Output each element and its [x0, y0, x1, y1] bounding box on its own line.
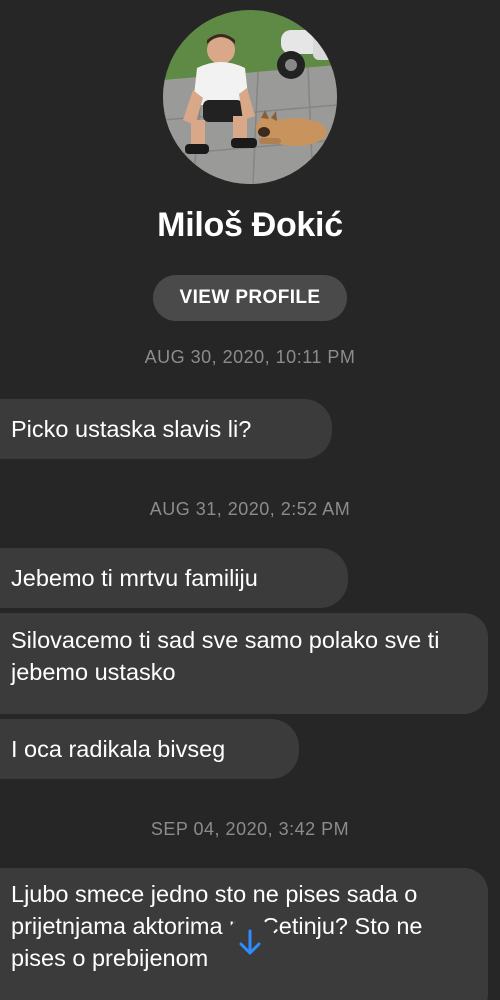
profile-photo — [163, 10, 337, 184]
message-bubble[interactable]: Picko ustaska slavis li? — [0, 399, 332, 459]
view-profile-button[interactable]: VIEW PROFILE — [153, 275, 347, 321]
message-bubble[interactable]: I oca radikala bivseg — [0, 719, 299, 779]
message-bubble[interactable]: Jebemo ti mrtvu familiju — [0, 548, 348, 608]
message-timestamp: AUG 31, 2020, 2:52 AM — [149, 499, 351, 519]
profile-name: Miloš Đokić — [157, 206, 343, 244]
message-timestamp: SEP 04, 2020, 3:42 PM — [150, 819, 350, 839]
message-text: Picko ustaska slavis li? — [11, 416, 252, 442]
message-timestamp: AUG 30, 2020, 10:11 PM — [144, 347, 356, 367]
arrow-down-icon — [239, 929, 261, 955]
chat-screen: Miloš Đokić VIEW PROFILE AUG 30, 2020, 1… — [0, 0, 500, 1000]
message-bubble[interactable]: Silovacemo ti sad sve samo polako sve ti… — [0, 613, 488, 714]
message-text: Silovacemo ti sad sve samo polako sve ti… — [11, 627, 440, 685]
message-text: I oca radikala bivseg — [11, 736, 226, 762]
profile-avatar[interactable] — [163, 10, 337, 184]
scroll-to-bottom-button[interactable] — [224, 917, 276, 969]
message-text: Jebemo ti mrtvu familiju — [11, 565, 258, 591]
